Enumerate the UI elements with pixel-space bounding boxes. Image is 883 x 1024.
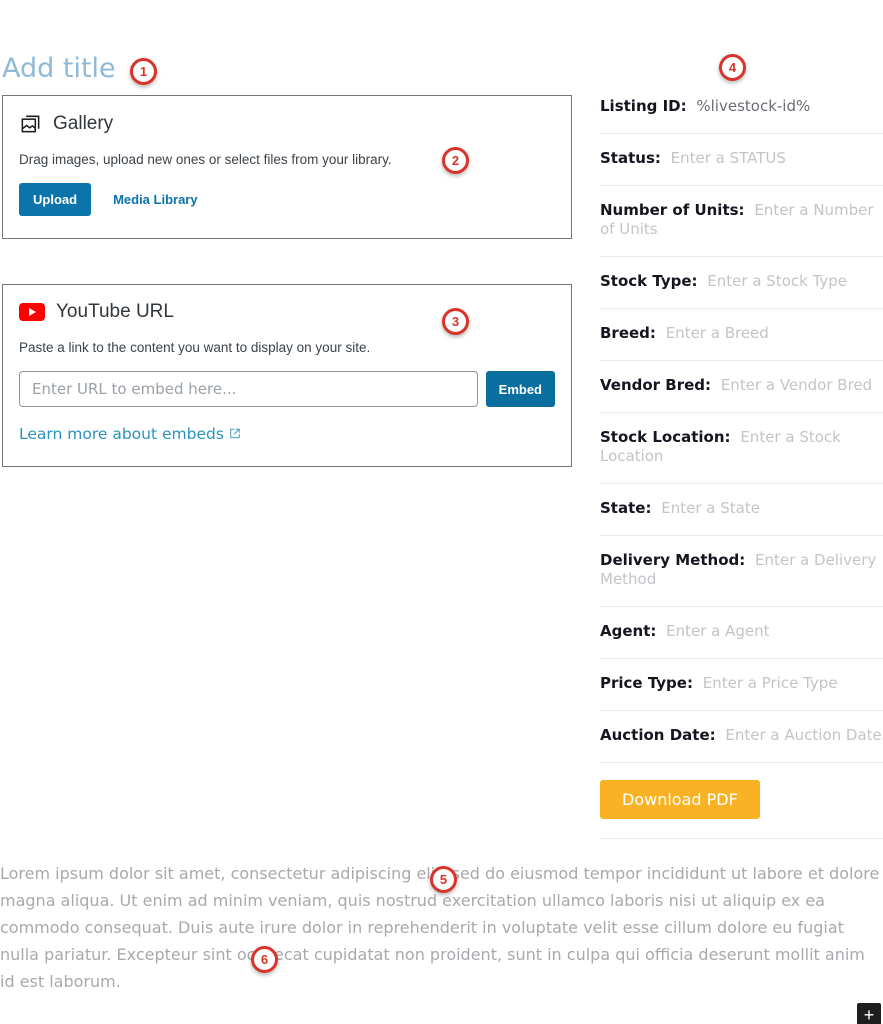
embed-button[interactable]: Embed bbox=[486, 371, 555, 407]
field-label: Stock Location: bbox=[600, 428, 731, 446]
field-label: Number of Units: bbox=[600, 201, 745, 219]
field-row-listing-id: Listing ID: %livestock-id% bbox=[600, 82, 883, 134]
field-label: Price Type: bbox=[600, 674, 693, 692]
field-row-state: State: Enter a State bbox=[600, 484, 883, 536]
field-value[interactable]: Enter a Auction Date bbox=[725, 726, 881, 744]
field-label: Agent: bbox=[600, 622, 656, 640]
field-value[interactable]: Enter a Stock Type bbox=[707, 272, 847, 290]
main-row: Add title Gallery Drag images, upload ne… bbox=[0, 0, 883, 839]
field-label: State: bbox=[600, 499, 651, 517]
youtube-url-block[interactable]: YouTube URL Paste a link to the content … bbox=[2, 284, 572, 467]
download-pdf-row: Download PDF bbox=[600, 763, 883, 839]
editor-column: Add title Gallery Drag images, upload ne… bbox=[2, 40, 572, 839]
field-row-number-of-units: Number of Units: Enter a Number of Units bbox=[600, 186, 883, 257]
gallery-block[interactable]: Gallery Drag images, upload new ones or … bbox=[2, 95, 572, 239]
field-label: Status: bbox=[600, 149, 661, 167]
embed-url-input[interactable] bbox=[19, 371, 478, 407]
gallery-block-actions: Upload Media Library bbox=[19, 183, 555, 216]
field-label: Delivery Method: bbox=[600, 551, 745, 569]
learn-more-embeds-label: Learn more about embeds bbox=[19, 425, 224, 443]
listing-details-sidebar: Listing ID: %livestock-id% Status: Enter… bbox=[600, 40, 883, 839]
post-title-input[interactable]: Add title bbox=[2, 53, 572, 84]
annotation-marker-3: 3 bbox=[442, 308, 469, 335]
field-row-stock-location: Stock Location: Enter a Stock Location bbox=[600, 413, 883, 484]
upload-button[interactable]: Upload bbox=[19, 183, 91, 216]
field-row-breed: Breed: Enter a Breed bbox=[600, 309, 883, 361]
gallery-block-description: Drag images, upload new ones or select f… bbox=[19, 152, 555, 167]
field-value: %livestock-id% bbox=[696, 97, 810, 115]
annotation-marker-5: 5 bbox=[430, 866, 457, 893]
external-link-icon bbox=[228, 427, 242, 441]
learn-more-embeds-link[interactable]: Learn more about embeds bbox=[19, 425, 242, 443]
field-row-delivery-method: Delivery Method: Enter a Delivery Method bbox=[600, 536, 883, 607]
field-row-agent: Agent: Enter a Agent bbox=[600, 607, 883, 659]
field-row-vendor-bred: Vendor Bred: Enter a Vendor Bred bbox=[600, 361, 883, 413]
annotation-marker-1: 1 bbox=[130, 58, 157, 85]
gallery-icon bbox=[19, 112, 42, 135]
plus-icon: + bbox=[864, 1004, 875, 1024]
field-label: Stock Type: bbox=[600, 272, 698, 290]
field-value[interactable]: Enter a Vendor Bred bbox=[721, 376, 872, 394]
field-value[interactable]: Enter a State bbox=[661, 499, 760, 517]
field-label: Vendor Bred: bbox=[600, 376, 711, 394]
media-library-button[interactable]: Media Library bbox=[113, 192, 198, 207]
youtube-block-description: Paste a link to the content you want to … bbox=[19, 340, 555, 355]
field-row-status: Status: Enter a STATUS bbox=[600, 134, 883, 186]
field-label: Breed: bbox=[600, 324, 656, 342]
annotation-marker-6: 6 bbox=[251, 946, 278, 973]
youtube-icon bbox=[19, 303, 45, 321]
field-label: Listing ID: bbox=[600, 97, 687, 115]
gallery-block-header: Gallery bbox=[19, 112, 555, 135]
field-value[interactable]: Enter a Breed bbox=[666, 324, 769, 342]
field-row-price-type: Price Type: Enter a Price Type bbox=[600, 659, 883, 711]
annotation-marker-2: 2 bbox=[442, 147, 469, 174]
field-row-stock-type: Stock Type: Enter a Stock Type bbox=[600, 257, 883, 309]
add-block-row: + bbox=[0, 1003, 881, 1024]
add-block-button[interactable]: + bbox=[857, 1003, 881, 1024]
embed-url-row: Embed bbox=[19, 371, 555, 407]
gallery-block-title: Gallery bbox=[53, 113, 113, 135]
play-icon bbox=[29, 308, 36, 316]
download-pdf-button[interactable]: Download PDF bbox=[600, 780, 760, 819]
youtube-block-header: YouTube URL bbox=[19, 301, 555, 323]
youtube-block-title: YouTube URL bbox=[56, 301, 174, 323]
field-value[interactable]: Enter a Price Type bbox=[703, 674, 838, 692]
field-label: Auction Date: bbox=[600, 726, 716, 744]
field-value[interactable]: Enter a STATUS bbox=[671, 149, 786, 167]
field-row-auction-date: Auction Date: Enter a Auction Date bbox=[600, 711, 883, 763]
editor-page: Add title Gallery Drag images, upload ne… bbox=[0, 0, 883, 1024]
field-value[interactable]: Enter a Agent bbox=[666, 622, 769, 640]
annotation-marker-4: 4 bbox=[719, 54, 746, 81]
